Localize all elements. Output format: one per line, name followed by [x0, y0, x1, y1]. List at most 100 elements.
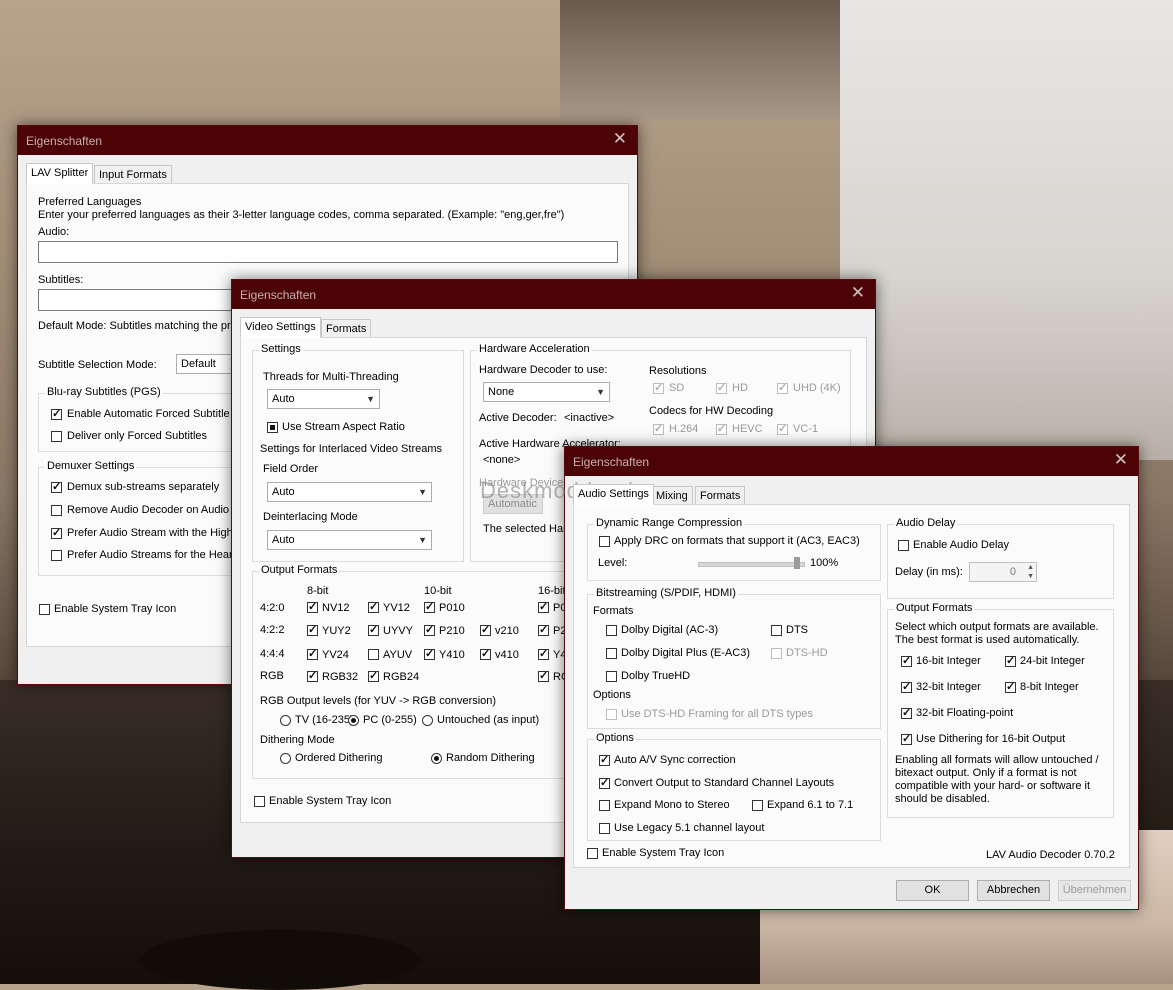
- random-dither-radio[interactable]: [431, 753, 442, 764]
- int8-checkbox[interactable]: [1005, 680, 1016, 693]
- fmt-v210-checkbox[interactable]: [480, 623, 491, 636]
- fmt-p216-checkbox[interactable]: [538, 623, 549, 636]
- cancel-button[interactable]: Abbrechen: [977, 880, 1050, 901]
- eac3-checkbox[interactable]: [606, 648, 617, 659]
- fmt-rgb32-checkbox[interactable]: [307, 669, 318, 682]
- res-sd-checkbox[interactable]: [653, 381, 664, 394]
- codec-hevc-checkbox[interactable]: [716, 422, 727, 435]
- delay-spinbox[interactable]: 0 ▲ ▼: [969, 562, 1037, 582]
- fmt-yuy2-checkbox[interactable]: [307, 623, 318, 636]
- prefer-hearing-impaired-checkbox[interactable]: [51, 550, 62, 561]
- stream-aspect-checkbox[interactable]: [267, 422, 278, 433]
- hw-decoder-label: Hardware Decoder to use:: [479, 364, 608, 376]
- col-10bit: 10-bit: [424, 585, 452, 597]
- truehd-checkbox[interactable]: [606, 671, 617, 682]
- codec-h264-label: H.264: [669, 423, 699, 435]
- fmt-p016-checkbox[interactable]: [538, 600, 549, 613]
- dtshd-checkbox[interactable]: [771, 648, 782, 659]
- int16-checkbox[interactable]: [901, 654, 912, 667]
- ac3-checkbox[interactable]: [606, 625, 617, 636]
- ordered-dither-label: Ordered Dithering: [295, 752, 383, 764]
- level-slider[interactable]: [698, 562, 805, 567]
- demux-substreams-checkbox[interactable]: [51, 480, 62, 493]
- codec-hevc-label: HEVC: [732, 423, 763, 435]
- audio-languages-input[interactable]: [38, 241, 618, 263]
- prefer-highest-quality-label: Prefer Audio Stream with the Highe: [67, 527, 239, 539]
- av-sync-checkbox[interactable]: [599, 753, 610, 766]
- system-tray-label: Enable System Tray Icon: [602, 847, 725, 859]
- remove-audio-decoder-checkbox[interactable]: [51, 505, 62, 516]
- col-16bit: 16-bit: [538, 585, 566, 597]
- threads-label: Threads for Multi-Threading: [263, 371, 399, 383]
- codec-h264-checkbox[interactable]: [653, 422, 664, 435]
- deinterlacing-select[interactable]: Auto ▼: [267, 530, 432, 550]
- active-decoder-value: <inactive>: [564, 412, 615, 424]
- enable-forced-subtitles-checkbox[interactable]: [51, 407, 62, 420]
- fmt-rgb24-checkbox[interactable]: [368, 669, 379, 682]
- settings-group: Settings Threads for Multi-Threading Aut…: [252, 343, 464, 562]
- title-bar[interactable]: Eigenschaften ✕: [232, 280, 875, 309]
- tab-audio-settings[interactable]: Audio Settings: [573, 484, 654, 505]
- float32-checkbox[interactable]: [901, 706, 912, 719]
- codec-vc1-checkbox[interactable]: [777, 422, 788, 435]
- expand-61-checkbox[interactable]: [752, 800, 763, 811]
- expand-mono-checkbox[interactable]: [599, 800, 610, 811]
- fmt-p010-checkbox[interactable]: [424, 600, 435, 613]
- tab-formats[interactable]: Formats: [321, 319, 372, 338]
- level-pc-radio[interactable]: [348, 715, 359, 726]
- close-icon[interactable]: ✕: [1114, 451, 1128, 469]
- convert-layouts-checkbox[interactable]: [599, 776, 610, 789]
- ok-button[interactable]: OK: [896, 880, 969, 901]
- tab-formats[interactable]: Formats: [695, 486, 746, 505]
- drc-checkbox[interactable]: [599, 536, 610, 547]
- subtitle-languages-input[interactable]: [38, 289, 238, 311]
- forced-only-checkbox[interactable]: [51, 431, 62, 442]
- fmt-y410-checkbox[interactable]: [424, 647, 435, 660]
- options-group: Options Auto A/V Sync correction Convert…: [587, 732, 881, 841]
- fmt-ayuv-checkbox[interactable]: [368, 649, 379, 660]
- prefer-highest-quality-checkbox[interactable]: [51, 526, 62, 539]
- level-tv-radio[interactable]: [280, 715, 291, 726]
- drc-group: Dynamic Range Compression Apply DRC on f…: [587, 517, 881, 581]
- hw-decoder-select[interactable]: None ▼: [483, 382, 610, 402]
- int24-label: 24-bit Integer: [1020, 655, 1085, 667]
- tab-lav-splitter[interactable]: LAV Splitter: [26, 163, 94, 184]
- title-bar[interactable]: Eigenschaften ✕: [18, 126, 637, 155]
- int24-checkbox[interactable]: [1005, 654, 1016, 667]
- title-bar[interactable]: Eigenschaften ✕: [565, 447, 1138, 476]
- threads-select[interactable]: Auto ▼: [267, 389, 380, 409]
- system-tray-checkbox[interactable]: [39, 604, 50, 615]
- fmt-uyvy-checkbox[interactable]: [368, 623, 379, 636]
- bitstreaming-group-label: Bitstreaming (S/PDIF, HDMI): [594, 587, 738, 599]
- fmt-yv12-checkbox[interactable]: [368, 600, 379, 613]
- fmt-rgb48-checkbox[interactable]: [538, 669, 549, 682]
- close-icon[interactable]: ✕: [851, 284, 865, 302]
- level-untouched-radio[interactable]: [422, 715, 433, 726]
- apply-button[interactable]: Übernehmen: [1058, 880, 1131, 901]
- res-hd-checkbox[interactable]: [716, 381, 727, 394]
- system-tray-checkbox[interactable]: [254, 796, 265, 807]
- fmt-p210-checkbox[interactable]: [424, 623, 435, 636]
- tab-video-settings[interactable]: Video Settings: [240, 317, 321, 338]
- tab-input-formats[interactable]: Input Formats: [94, 165, 172, 184]
- system-tray-checkbox[interactable]: [587, 848, 598, 859]
- fmt-nv12-checkbox[interactable]: [307, 600, 318, 613]
- tab-mixing[interactable]: Mixing: [651, 486, 693, 505]
- ordered-dither-radio[interactable]: [280, 753, 291, 764]
- fmt-y416-checkbox[interactable]: [538, 647, 549, 660]
- res-uhd-checkbox[interactable]: [777, 381, 788, 394]
- close-icon[interactable]: ✕: [613, 130, 627, 148]
- dither16-checkbox[interactable]: [901, 732, 912, 745]
- res-sd-label: SD: [669, 382, 685, 394]
- int32-checkbox[interactable]: [901, 680, 912, 693]
- window-title: Eigenschaften: [26, 134, 103, 148]
- spin-arrows-icon[interactable]: ▲ ▼: [1027, 563, 1034, 581]
- fmt-v410-checkbox[interactable]: [480, 647, 491, 660]
- legacy-51-checkbox[interactable]: [599, 823, 610, 834]
- enable-delay-checkbox[interactable]: [898, 540, 909, 551]
- level-slider-thumb[interactable]: [794, 557, 800, 569]
- fmt-yv24-checkbox[interactable]: [307, 647, 318, 660]
- dtshd-framing-checkbox[interactable]: [606, 709, 617, 720]
- dts-checkbox[interactable]: [771, 625, 782, 636]
- field-order-select[interactable]: Auto ▼: [267, 482, 432, 502]
